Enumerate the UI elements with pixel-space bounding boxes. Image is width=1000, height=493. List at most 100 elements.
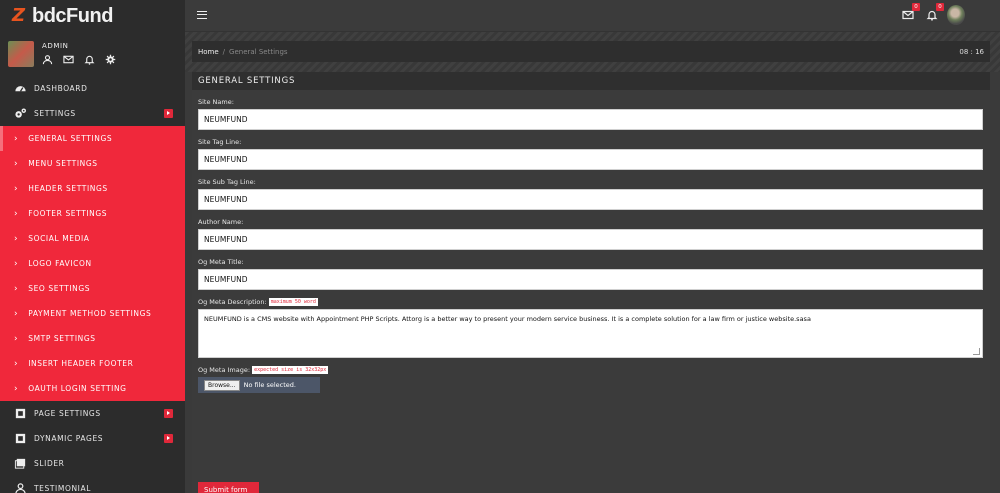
sidebar-item-label: INSERT HEADER FOOTER — [28, 359, 134, 368]
chevron-right-icon: › — [14, 333, 19, 344]
browse-button[interactable]: Browse... — [204, 379, 240, 391]
sidebar-item-slider[interactable]: SLIDER — [0, 451, 185, 476]
breadcrumb: Home / General Settings 08 : 16 — [192, 41, 990, 62]
author-name-input[interactable]: NEUMFUND — [198, 229, 983, 250]
author-name-label: Author Name: — [198, 218, 244, 226]
sidebar-item-settings[interactable]: SETTINGS — [0, 101, 185, 126]
submit-button[interactable]: Submit form — [198, 482, 259, 493]
sidebar-item-label: SEO SETTINGS — [28, 284, 91, 293]
og-meta-image-label: Og Meta Image: — [198, 366, 251, 374]
hamburger-menu-icon[interactable] — [197, 11, 207, 19]
site-sub-tag-line-label: Site Sub Tag Line: — [198, 178, 256, 186]
sidebar-item-dynamic-pages[interactable]: DYNAMIC PAGES — [0, 426, 185, 451]
og-meta-image-label-row: Og Meta Image: expected size is 32x32px — [198, 366, 984, 374]
sidebar-item-label: SETTINGS — [34, 109, 76, 118]
general-settings-panel: GENERAL SETTINGS Site Name: NEUMFUND Sit… — [192, 72, 990, 493]
sidebar-item-label: FOOTER SETTINGS — [28, 209, 108, 218]
logo-text: bdcFund — [32, 4, 113, 27]
bell-count-badge: 0 — [936, 3, 944, 11]
mail-count-badge: 0 — [912, 3, 920, 11]
breadcrumb-current: General Settings — [229, 47, 288, 56]
image-size-hint: expected size is 32x32px — [252, 366, 329, 374]
word-limit-hint: maximum 50 word — [268, 298, 318, 306]
brand-logo[interactable]: Z bdcFund — [0, 0, 185, 32]
sidebar-item-footer-settings[interactable]: › FOOTER SETTINGS — [0, 201, 185, 226]
chevron-right-icon: › — [14, 383, 19, 394]
expand-toggle-icon[interactable] — [164, 409, 173, 418]
images-icon — [12, 457, 28, 471]
breadcrumb-home-link[interactable]: Home — [198, 48, 219, 56]
user-name: ADMIN — [42, 41, 69, 50]
sidebar-item-label: PAYMENT METHOD SETTINGS — [28, 309, 152, 318]
avatar[interactable] — [947, 5, 965, 25]
sidebar-item-label: SMTP SETTINGS — [28, 334, 96, 343]
bell-icon[interactable]: 0 — [926, 3, 944, 21]
chevron-right-icon: › — [14, 233, 19, 244]
sidebar: Z bdcFund ADMIN DASHBOARD SETTINGS › GENE… — [0, 0, 185, 493]
settings-form: Site Name: NEUMFUND Site Tag Line: NEUMF… — [192, 98, 990, 393]
expand-icon — [12, 432, 28, 446]
chevron-right-icon: › — [14, 183, 19, 194]
site-name-label: Site Name: — [198, 98, 234, 106]
chevron-right-icon: › — [14, 133, 19, 144]
gears-icon — [12, 107, 28, 121]
sidebar-item-logo-favicon[interactable]: › LOGO FAVICON — [0, 251, 185, 276]
logo-mark-icon: Z — [12, 5, 26, 26]
avatar[interactable] — [8, 41, 34, 67]
sidebar-item-label: DYNAMIC PAGES — [34, 434, 104, 443]
page-title: GENERAL SETTINGS — [192, 72, 990, 90]
clock-display: 08 : 16 — [959, 47, 984, 56]
sidebar-item-general-settings[interactable]: › GENERAL SETTINGS — [0, 126, 185, 151]
settings-submenu: › GENERAL SETTINGS › MENU SETTINGS › HEADER… — [0, 126, 185, 401]
chevron-right-icon: › — [14, 308, 19, 319]
profile-icon[interactable] — [42, 54, 53, 67]
sidebar-item-seo-settings[interactable]: › SEO SETTINGS — [0, 276, 185, 301]
sidebar-item-label: OAUTH LOGIN SETTING — [28, 384, 127, 393]
og-meta-title-input[interactable]: NEUMFUND — [198, 269, 983, 290]
site-name-input[interactable]: NEUMFUND — [198, 109, 983, 130]
sidebar-item-label: DASHBOARD — [34, 84, 88, 93]
chevron-right-icon: › — [14, 258, 19, 269]
sidebar-item-label: TESTIMONIAL — [34, 484, 91, 493]
chevron-right-icon: › — [14, 208, 19, 219]
og-meta-image-file-input[interactable]: Browse... No file selected. — [198, 377, 320, 393]
sidebar-item-dashboard[interactable]: DASHBOARD — [0, 76, 185, 101]
sidebar-item-menu-settings[interactable]: › MENU SETTINGS — [0, 151, 185, 176]
user-icon — [12, 482, 28, 493]
mail-icon[interactable]: 0 — [902, 3, 920, 21]
sidebar-item-testimonial[interactable]: TESTIMONIAL — [0, 476, 185, 493]
site-sub-tag-line-input[interactable]: NEUMFUND — [198, 189, 983, 210]
gear-icon[interactable] — [105, 54, 116, 67]
sidebar-item-label: SOCIAL MEDIA — [28, 234, 90, 243]
og-meta-title-label: Og Meta Title: — [198, 258, 244, 266]
sidebar-item-header-settings[interactable]: › HEADER SETTINGS — [0, 176, 185, 201]
topbar: 0 0 — [185, 0, 1000, 32]
site-tag-line-input[interactable]: NEUMFUND — [198, 149, 983, 170]
sidebar-item-label: LOGO FAVICON — [28, 259, 92, 268]
sidebar-item-label: PAGE SETTINGS — [34, 409, 101, 418]
sidebar-item-label: GENERAL SETTINGS — [28, 134, 113, 143]
dashboard-icon — [12, 82, 28, 96]
expand-toggle-icon[interactable] — [164, 434, 173, 443]
chevron-right-icon: › — [14, 358, 19, 369]
mail-icon[interactable] — [63, 54, 74, 67]
chevron-right-icon: › — [14, 158, 19, 169]
sidebar-item-insert-header-footer[interactable]: › INSERT HEADER FOOTER — [0, 351, 185, 376]
sidebar-item-social-media[interactable]: › SOCIAL MEDIA — [0, 226, 185, 251]
sidebar-item-oauth-login-setting[interactable]: › OAUTH LOGIN SETTING — [0, 376, 185, 401]
sidebar-item-payment-method-settings[interactable]: › PAYMENT METHOD SETTINGS — [0, 301, 185, 326]
sidebar-item-label: SLIDER — [34, 459, 65, 468]
user-block: ADMIN — [0, 32, 185, 76]
og-meta-description-textarea[interactable]: NEUMFUND is a CMS website with Appointme… — [198, 309, 983, 358]
breadcrumb-separator: / — [222, 47, 226, 56]
og-meta-description-label-row: Og Meta Description: maximum 50 word — [198, 298, 984, 306]
chevron-right-icon: › — [14, 283, 19, 294]
site-tag-line-label: Site Tag Line: — [198, 138, 242, 146]
sidebar-item-page-settings[interactable]: PAGE SETTINGS — [0, 401, 185, 426]
sidebar-item-label: MENU SETTINGS — [28, 159, 98, 168]
sidebar-item-smtp-settings[interactable]: › SMTP SETTINGS — [0, 326, 185, 351]
sidebar-item-label: HEADER SETTINGS — [28, 184, 108, 193]
file-status: No file selected. — [243, 381, 296, 389]
bell-icon[interactable] — [84, 54, 95, 67]
expand-toggle-icon[interactable] — [164, 109, 173, 118]
